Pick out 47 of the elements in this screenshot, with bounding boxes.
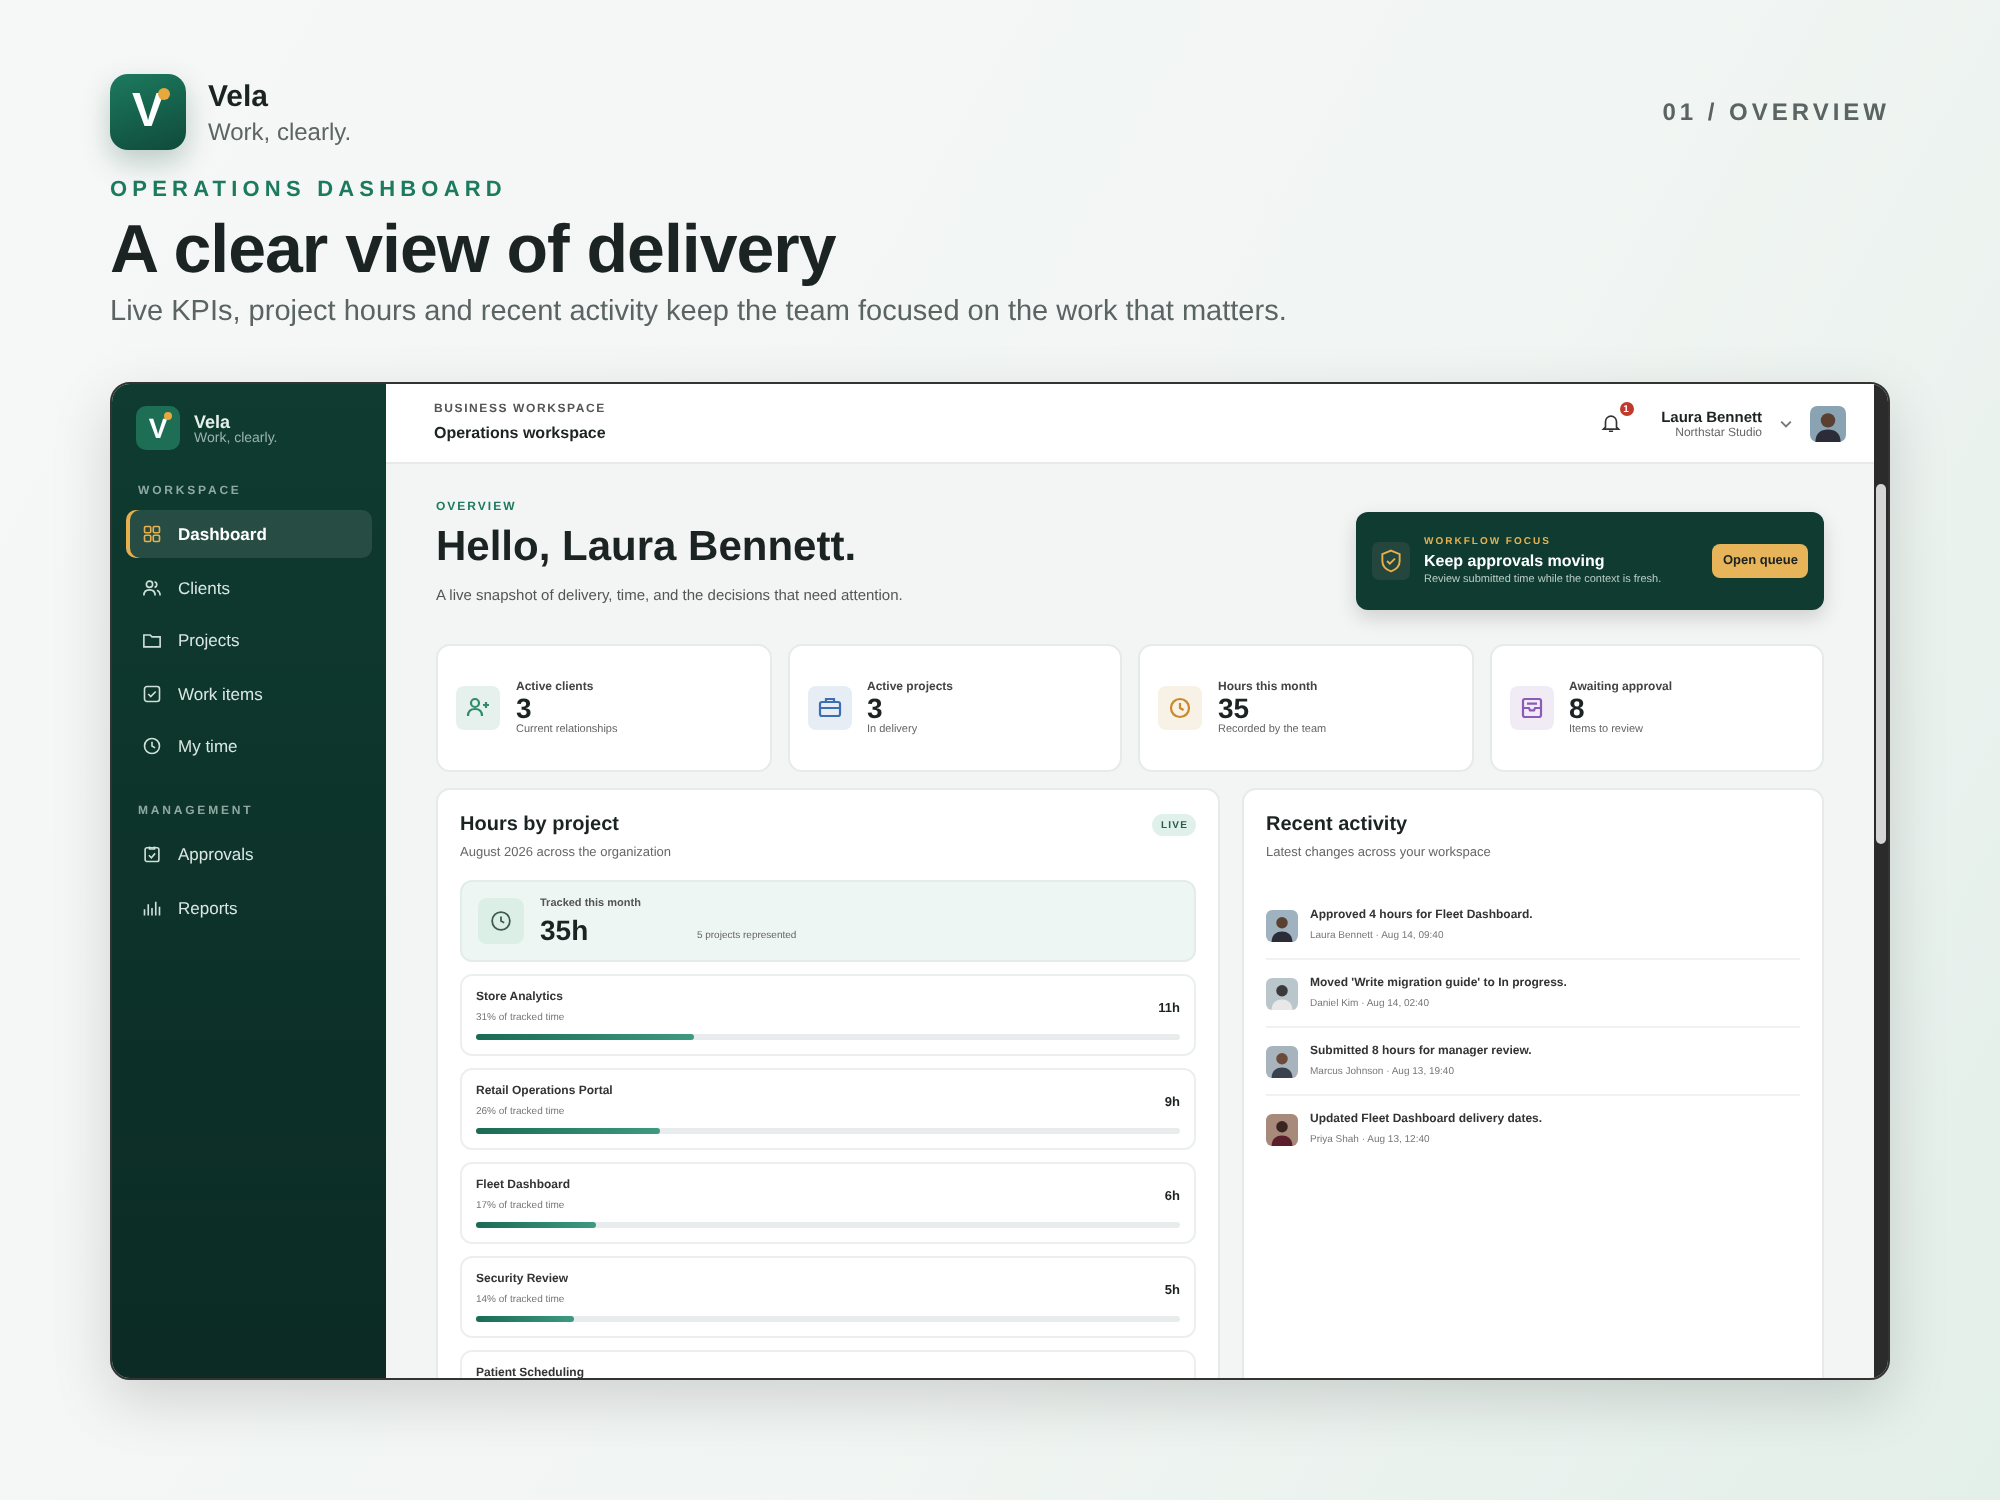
- clipboard-icon: [142, 844, 162, 865]
- avatar-icon[interactable]: [1810, 405, 1846, 442]
- headline: A clear view of delivery: [110, 214, 838, 289]
- nav-item[interactable]: Clients: [126, 563, 372, 612]
- nav-item[interactable]: Dashboard: [126, 510, 372, 559]
- greeting: Hello, Laura Bennett.: [436, 524, 859, 573]
- nav-item[interactable]: My time: [126, 722, 372, 771]
- checkbox-icon: [142, 683, 162, 704]
- grid-icon: [142, 524, 162, 545]
- brand-tagline: Work, clearly.: [208, 117, 352, 145]
- briefcase-icon: [807, 686, 851, 731]
- panel-title: Recent activity: [1266, 814, 1410, 837]
- clock-icon: [1158, 686, 1202, 731]
- nav-item[interactable]: Projects: [126, 616, 372, 665]
- folder-icon: [142, 630, 162, 651]
- notification-bell-icon[interactable]: [1599, 412, 1622, 435]
- focus-title: Keep approvals moving: [1424, 552, 1607, 571]
- chevron-down-icon[interactable]: [1778, 415, 1794, 432]
- stat-value: 35: [1218, 693, 1252, 724]
- bar-chart-icon: [142, 897, 162, 918]
- subheadline: Live KPIs, project hours and recent activity keep the team focused on the work that matters.: [110, 296, 1289, 329]
- avatar-icon: [1266, 909, 1298, 942]
- avatar-icon: [1266, 1113, 1298, 1146]
- inbox-icon: [1509, 686, 1553, 731]
- clock-icon: [478, 898, 524, 945]
- total-value: 35h: [540, 913, 591, 946]
- nav-item[interactable]: Reports: [126, 883, 372, 932]
- eyebrow: OPERATIONS DASHBOARD: [110, 178, 509, 202]
- avatar-icon: [1266, 977, 1298, 1010]
- brand-name: Vela: [208, 79, 271, 113]
- avatar-icon: [1266, 1045, 1298, 1078]
- stat-value: 3: [516, 693, 534, 724]
- nav-item[interactable]: Work items: [126, 669, 372, 718]
- workspace-title: Operations workspace: [434, 424, 606, 443]
- scrollbar-thumb[interactable]: [1876, 484, 1886, 845]
- panel-title: Hours by project: [460, 814, 621, 837]
- users-icon: [142, 577, 162, 598]
- brand-name: Vela: [194, 411, 233, 432]
- stat-value: 3: [867, 693, 885, 724]
- clock-icon: [142, 736, 162, 757]
- logo-mark: V: [136, 406, 180, 451]
- user-plus-icon: [456, 686, 500, 731]
- logo-mark: V: [110, 74, 186, 150]
- stat-value: 8: [1569, 693, 1585, 724]
- page-label: 01 / OVERVIEW: [1662, 98, 1890, 126]
- nav-item[interactable]: Approvals: [126, 830, 372, 879]
- shield-check-icon: [1372, 542, 1410, 581]
